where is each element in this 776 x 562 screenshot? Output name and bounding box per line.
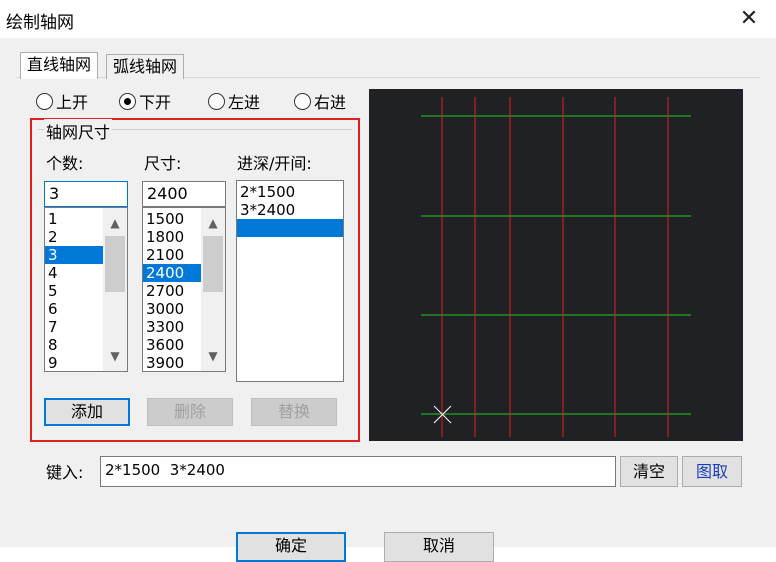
list-item[interactable]: 7	[45, 318, 103, 336]
radio-right-depth[interactable]: 右进	[294, 90, 346, 112]
depth-label: 进深/开间:	[237, 154, 312, 173]
size-label: 尺寸:	[144, 154, 182, 173]
list-item[interactable]: 9	[45, 354, 103, 371]
size-scrollbar[interactable]: ▲ ▼	[201, 208, 225, 371]
window-title: 绘制轴网	[6, 13, 74, 33]
list-item[interactable]: 2100	[143, 246, 201, 264]
list-item[interactable]: 8	[45, 336, 103, 354]
list-item[interactable]: 1500	[143, 210, 201, 228]
count-input[interactable]: 3	[44, 181, 128, 207]
list-item[interactable]: 3*2400	[237, 201, 343, 219]
list-item[interactable]: 2*1500	[237, 183, 343, 201]
title-bar: 绘制轴网 ✕	[0, 0, 776, 38]
list-item[interactable]: 1800	[143, 228, 201, 246]
radio-label: 右进	[314, 93, 347, 112]
tab-straight-axis[interactable]: 直线轴网	[20, 52, 99, 79]
radio-top-open[interactable]: 上开	[36, 90, 88, 112]
list-item[interactable]: 3600	[143, 336, 201, 354]
grid-preview	[369, 89, 743, 441]
close-icon[interactable]: ✕	[732, 4, 766, 34]
count-listbox[interactable]: 1 2 3 4 5 6 7 8 9 ▲ ▼	[44, 207, 128, 372]
radio-label: 上开	[56, 93, 89, 112]
list-item[interactable]: 6	[45, 300, 103, 318]
list-item-selected[interactable]: 3	[45, 246, 103, 264]
scroll-thumb[interactable]	[105, 236, 125, 292]
input-label: 键入:	[46, 463, 84, 482]
pick-from-drawing-button[interactable]: 图取	[682, 456, 742, 487]
clear-button[interactable]: 清空	[620, 456, 678, 487]
groupbox-title: 轴网尺寸	[44, 119, 113, 143]
chevron-up-icon[interactable]: ▲	[201, 212, 225, 234]
radio-circle	[36, 92, 53, 110]
list-item[interactable]: 3000	[143, 300, 201, 318]
count-label: 个数:	[46, 154, 84, 173]
depth-bay-listbox[interactable]: 2*1500 3*2400	[236, 180, 344, 382]
list-item[interactable]: 3900	[143, 354, 201, 371]
delete-button[interactable]: 删除	[147, 398, 233, 426]
list-item[interactable]: 5	[45, 282, 103, 300]
radio-circle	[208, 92, 225, 110]
list-item[interactable]: 2700	[143, 282, 201, 300]
replace-button[interactable]: 替换	[251, 398, 337, 426]
chevron-up-icon[interactable]: ▲	[103, 212, 127, 234]
grid-spec-input[interactable]: 2*1500 3*2400	[100, 456, 616, 487]
list-item[interactable]: 3300	[143, 318, 201, 336]
cancel-button[interactable]: 取消	[384, 532, 494, 562]
radio-label: 左进	[228, 93, 261, 112]
radio-left-depth[interactable]: 左进	[208, 90, 260, 112]
chevron-down-icon[interactable]: ▼	[201, 345, 225, 367]
list-item[interactable]: 4	[45, 264, 103, 282]
size-input[interactable]: 2400	[142, 181, 226, 207]
add-button[interactable]: 添加	[44, 398, 130, 426]
list-item[interactable]: 2	[45, 228, 103, 246]
size-listbox[interactable]: 1500 1800 2100 2400 2700 3000 3300 3600 …	[142, 207, 226, 372]
radio-circle	[294, 92, 311, 110]
list-item-selected[interactable]: 2400	[143, 264, 201, 282]
radio-label: 下开	[139, 93, 172, 112]
list-item[interactable]: 1	[45, 210, 103, 228]
scroll-thumb[interactable]	[203, 236, 223, 292]
tab-arc-axis[interactable]: 弧线轴网	[106, 54, 185, 79]
count-scrollbar[interactable]: ▲ ▼	[103, 208, 127, 371]
list-item-selected[interactable]	[237, 219, 343, 237]
radio-circle-checked	[119, 92, 136, 110]
chevron-down-icon[interactable]: ▼	[103, 345, 127, 367]
grid-preview-canvas	[421, 97, 691, 437]
radio-bottom-open[interactable]: 下开	[119, 90, 171, 112]
ok-button[interactable]: 确定	[236, 532, 346, 562]
